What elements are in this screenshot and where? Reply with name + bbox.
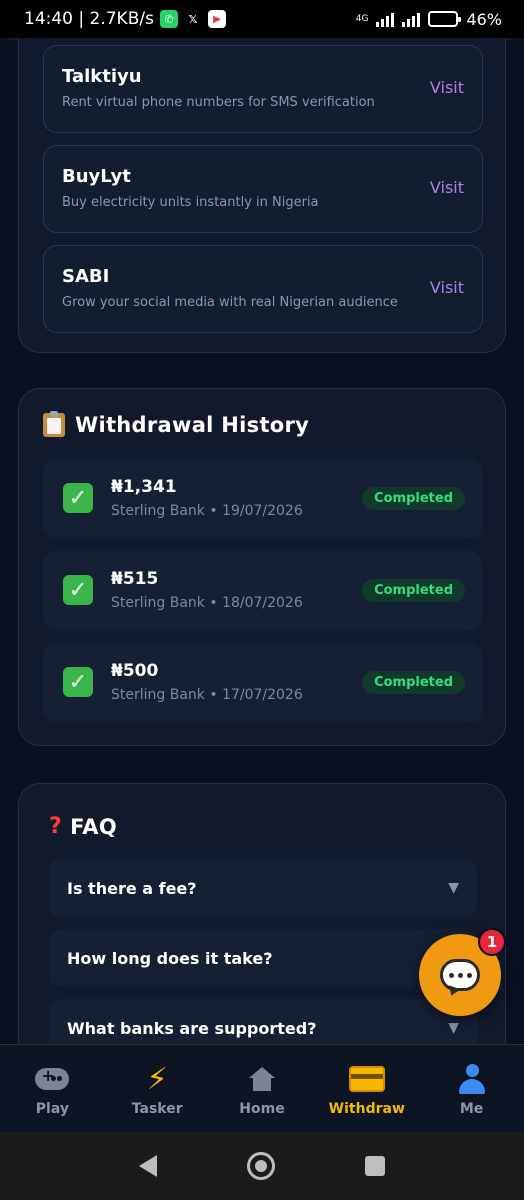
visit-link[interactable]: Visit — [430, 78, 464, 97]
withdrawal-history-card: Withdrawal History ✓ ₦1,341 Sterling Ban… — [18, 388, 506, 746]
play-store-icon: ▶ — [207, 10, 226, 28]
nav-item-tasker[interactable]: ⚡ Tasker — [107, 1061, 207, 1118]
partner-item-talktiyu[interactable]: Talktiyu Rent virtual phone numbers for … — [43, 45, 483, 133]
caret-down-icon: ▼ — [448, 880, 459, 896]
home-button-icon[interactable] — [247, 1152, 275, 1180]
network-type: 4G — [355, 13, 369, 24]
whatsapp-icon: ✆ — [159, 10, 178, 28]
withdrawal-item[interactable]: ✓ ₦1,341 Sterling Bank • 19/07/2026 Comp… — [43, 459, 483, 539]
signal-icon-2 — [402, 11, 421, 27]
partner-description: Grow your social media with real Nigeria… — [62, 295, 398, 310]
battery-icon — [428, 11, 462, 27]
status-badge: Completed — [362, 579, 465, 602]
partner-description: Buy electricity units instantly in Niger… — [62, 195, 319, 210]
nav-label: Me — [459, 1101, 484, 1117]
nav-label: Tasker — [131, 1101, 183, 1117]
user-icon — [458, 1063, 486, 1095]
status-badge: Completed — [362, 487, 465, 510]
chat-bubble-icon — [440, 959, 480, 991]
status-time-speed: 14:40 | 2.7KB/s — [24, 9, 154, 29]
nav-item-withdraw[interactable]: Withdraw — [317, 1063, 417, 1136]
partner-name: BuyLyt — [62, 166, 131, 187]
faq-item[interactable]: Is there a fee? ▼ — [49, 859, 477, 917]
visit-link[interactable]: Visit — [430, 278, 464, 297]
partner-name: SABI — [62, 266, 110, 287]
question-mark-icon: ? — [49, 814, 63, 839]
bottom-nav: Play ⚡ Tasker Home Withdraw Me — [0, 1044, 524, 1136]
gamepad-icon — [35, 1063, 70, 1095]
status-bar: 14:40 | 2.7KB/s ✆ 𝕏 ▶ 4G 46% — [0, 0, 524, 38]
partners-card: Talktiyu Rent virtual phone numbers for … — [18, 38, 506, 353]
back-icon[interactable] — [139, 1155, 157, 1177]
withdrawal-meta: Sterling Bank • 18/07/2026 — [111, 595, 303, 611]
section-title: ? FAQ — [49, 814, 117, 839]
main-content[interactable]: Talktiyu Rent virtual phone numbers for … — [0, 38, 524, 1044]
faq-title: FAQ — [70, 814, 118, 839]
nav-label: Play — [35, 1101, 69, 1117]
nav-item-play[interactable]: Play — [2, 1063, 102, 1117]
faq-item[interactable]: What banks are supported? ▼ — [49, 999, 477, 1044]
recent-apps-icon[interactable] — [365, 1156, 385, 1176]
withdrawal-amount: ₦1,341 — [111, 477, 177, 497]
withdrawal-item[interactable]: ✓ ₦515 Sterling Bank • 18/07/2026 Comple… — [43, 551, 483, 631]
section-title: Withdrawal History — [43, 411, 310, 437]
status-badge: Completed — [362, 671, 465, 694]
x-icon: 𝕏 — [183, 10, 202, 28]
nav-label: Home — [239, 1101, 285, 1117]
withdrawal-meta: Sterling Bank • 17/07/2026 — [111, 687, 303, 703]
faq-question: Is there a fee? — [67, 878, 197, 898]
faq-question: How long does it take? — [67, 948, 273, 968]
withdrawal-meta: Sterling Bank • 19/07/2026 — [111, 503, 303, 519]
nav-item-home[interactable]: Home — [212, 1063, 312, 1117]
partner-item-buylyt[interactable]: BuyLyt Buy electricity units instantly i… — [43, 145, 483, 233]
battery-percent: 46% — [466, 9, 502, 29]
check-icon: ✓ — [63, 575, 93, 605]
faq-question: What banks are supported? — [67, 1018, 317, 1038]
history-title: Withdrawal History — [75, 413, 310, 437]
system-nav-bar — [0, 1132, 524, 1200]
home-icon — [248, 1063, 275, 1095]
faq-item[interactable]: How long does it take? ▼ — [49, 929, 477, 987]
check-icon: ✓ — [63, 483, 93, 513]
signal-icon — [376, 11, 395, 27]
app-screen: 14:40 | 2.7KB/s ✆ 𝕏 ▶ 4G 46% Talktiyu Re… — [0, 0, 524, 1200]
status-right: 4G 46% — [356, 10, 502, 29]
caret-down-icon: ▼ — [448, 1020, 459, 1036]
bolt-icon: ⚡ — [146, 1061, 168, 1097]
credit-card-icon — [348, 1063, 385, 1095]
partner-name: Talktiyu — [62, 66, 142, 87]
partner-description: Rent virtual phone numbers for SMS verif… — [62, 95, 375, 110]
status-left: 14:40 | 2.7KB/s ✆ 𝕏 ▶ — [24, 9, 226, 29]
nav-item-me[interactable]: Me — [422, 1063, 522, 1117]
partner-item-sabi[interactable]: SABI Grow your social media with real Ni… — [43, 245, 483, 333]
clipboard-icon — [43, 411, 65, 437]
nav-label: Withdraw — [328, 1101, 405, 1117]
visit-link[interactable]: Visit — [430, 178, 464, 197]
withdrawal-amount: ₦515 — [111, 569, 159, 589]
withdrawal-item[interactable]: ✓ ₦500 Sterling Bank • 17/07/2026 Comple… — [43, 643, 483, 723]
chat-notification-badge: 1 — [478, 928, 506, 956]
withdrawal-amount: ₦500 — [111, 661, 159, 681]
check-icon: ✓ — [63, 667, 93, 697]
